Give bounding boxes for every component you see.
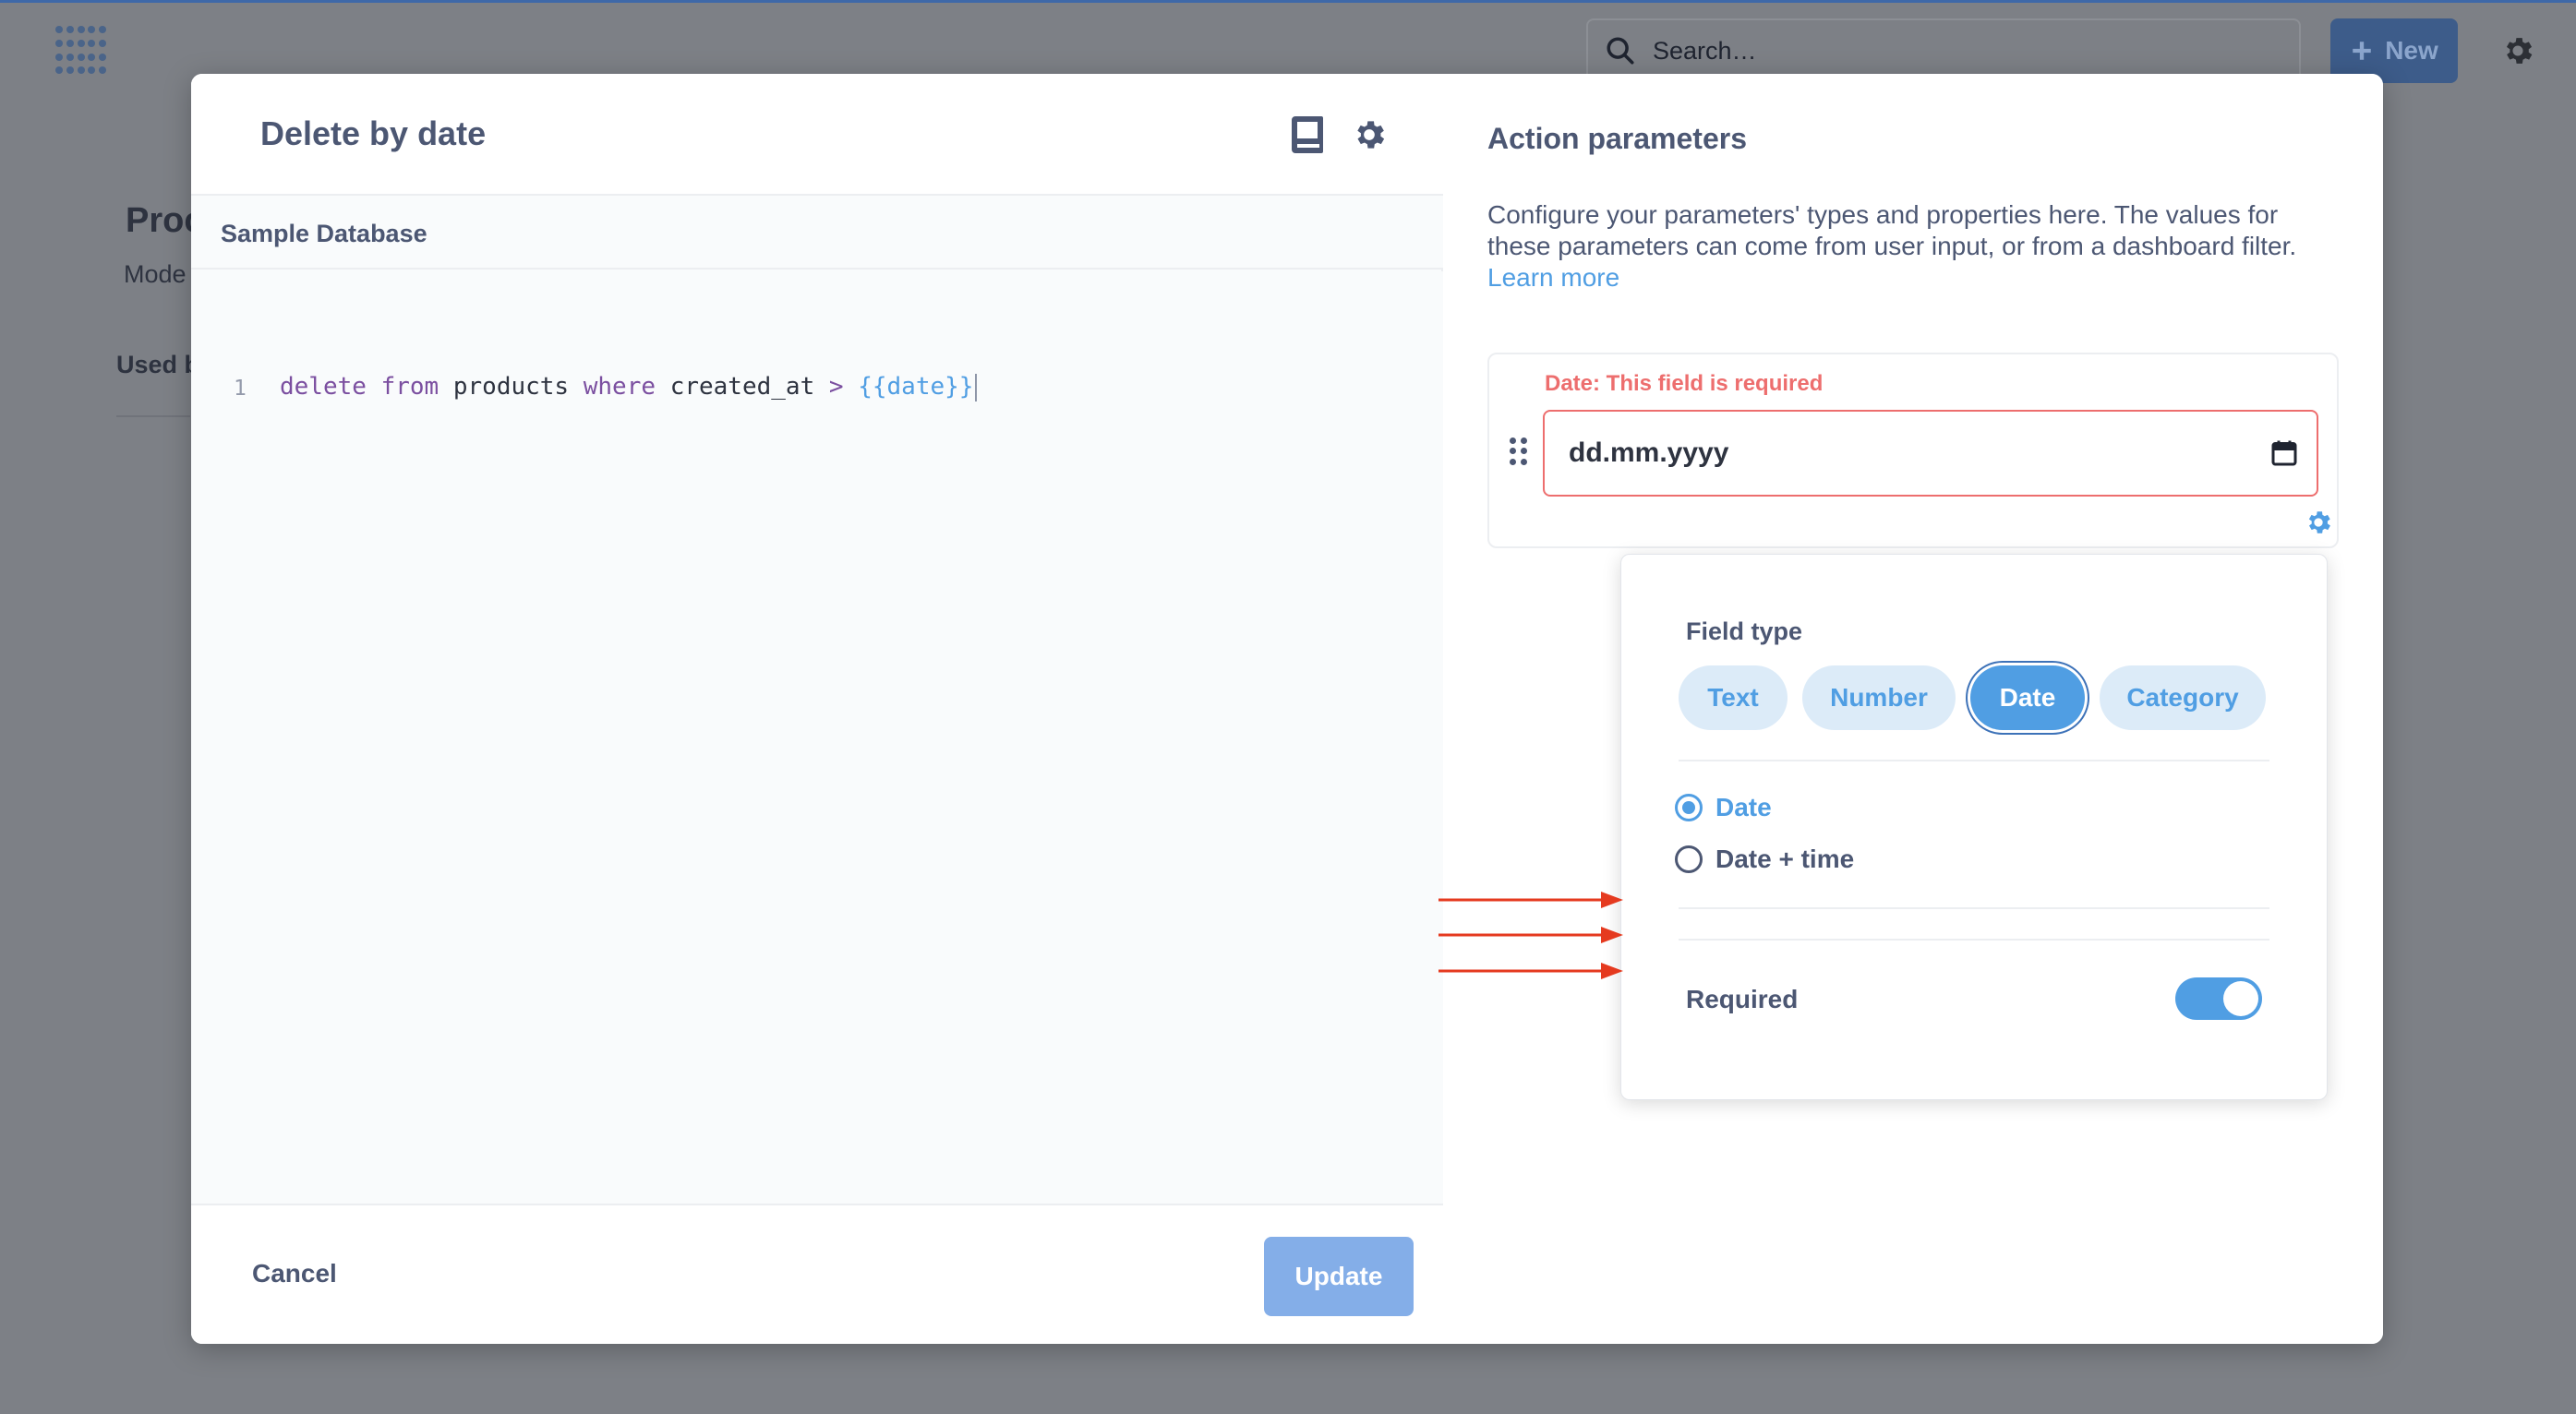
required-label: Required <box>1686 985 1799 1013</box>
annotation-arrow <box>1438 927 1623 943</box>
action-parameters-description: Configure your parameters' types and pro… <box>1487 199 2346 294</box>
update-button[interactable]: Update <box>1264 1237 1414 1316</box>
query-pane: Delete by date Sample Database 1 delete … <box>191 74 1443 1344</box>
code-line: delete from products where created_at > … <box>280 373 978 401</box>
required-toggle[interactable] <box>2175 977 2262 1020</box>
top-accent-bar <box>0 0 2576 3</box>
radio-label: Date <box>1715 793 1772 821</box>
code-token: delete <box>280 373 367 401</box>
database-name: Sample Database <box>221 220 427 247</box>
field-settings-popover: Field type Text Number Date Category Dat… <box>1620 554 2328 1100</box>
toggle-knob <box>2223 981 2258 1016</box>
calendar-icon[interactable] <box>2270 439 2298 467</box>
template-tag: {{date}} <box>858 373 974 401</box>
field-type-number[interactable]: Number <box>1802 665 1956 730</box>
radio-checked-icon <box>1675 794 1703 821</box>
field-type-options: Text Number Date Category <box>1679 665 2266 730</box>
code-token: products <box>452 373 570 401</box>
modal-header: Delete by date <box>191 74 1443 196</box>
code-token: > <box>828 373 844 401</box>
cancel-button[interactable]: Cancel <box>252 1259 337 1288</box>
background-divider <box>116 415 190 417</box>
sql-editor[interactable]: 1 delete from products where created_at … <box>191 271 1443 1204</box>
description-text: Configure your parameters' types and pro… <box>1487 200 2297 260</box>
field-type-category[interactable]: Category <box>2100 665 2266 730</box>
code-token: from <box>380 373 439 401</box>
database-selector[interactable]: Sample Database <box>191 196 1443 270</box>
radio-option-date-time[interactable]: Date + time <box>1675 845 1854 874</box>
modal-footer: Cancel Update <box>191 1204 1443 1344</box>
learn-more-link[interactable]: Learn more <box>1487 263 1619 292</box>
field-error-label: Date: This field is required <box>1545 371 1824 396</box>
annotation-arrow <box>1438 963 1623 979</box>
background-page-subtitle: Mode <box>124 260 187 288</box>
radio-unchecked-icon <box>1675 845 1703 873</box>
radio-label: Date + time <box>1715 845 1855 873</box>
logo-icon[interactable] <box>55 26 107 78</box>
parameter-card: Date: This field is required dd.mm.yyyy <box>1487 353 2339 548</box>
gear-icon[interactable] <box>2500 33 2535 68</box>
plus-icon <box>2353 42 2371 60</box>
field-type-date[interactable]: Date <box>1970 665 2085 730</box>
divider <box>1679 907 2269 909</box>
radio-option-date[interactable]: Date <box>1675 793 1772 822</box>
search-icon <box>1607 37 1634 65</box>
gear-icon[interactable] <box>2304 508 2333 537</box>
reference-book-icon[interactable] <box>1292 116 1325 153</box>
gear-icon[interactable] <box>1351 116 1388 153</box>
background-used-by: Used b <box>116 351 200 378</box>
modal-title[interactable]: Delete by date <box>260 114 486 153</box>
divider <box>1679 939 2269 941</box>
action-parameters-title: Action parameters <box>1487 122 1747 155</box>
annotation-arrow <box>1438 892 1623 908</box>
drag-handle-icon[interactable] <box>1510 437 1528 465</box>
date-placeholder: dd.mm.yyyy <box>1569 437 1729 468</box>
search-placeholder: Search… <box>1653 36 1757 65</box>
text-cursor <box>975 373 978 401</box>
divider <box>1679 760 2269 761</box>
new-button-label: New <box>2385 36 2438 65</box>
line-number: 1 <box>234 377 247 401</box>
field-type-text[interactable]: Text <box>1679 665 1788 730</box>
code-token: where <box>583 373 656 401</box>
field-type-label: Field type <box>1686 617 1803 645</box>
date-input[interactable]: dd.mm.yyyy <box>1543 410 2318 497</box>
code-token: created_at <box>669 373 815 401</box>
